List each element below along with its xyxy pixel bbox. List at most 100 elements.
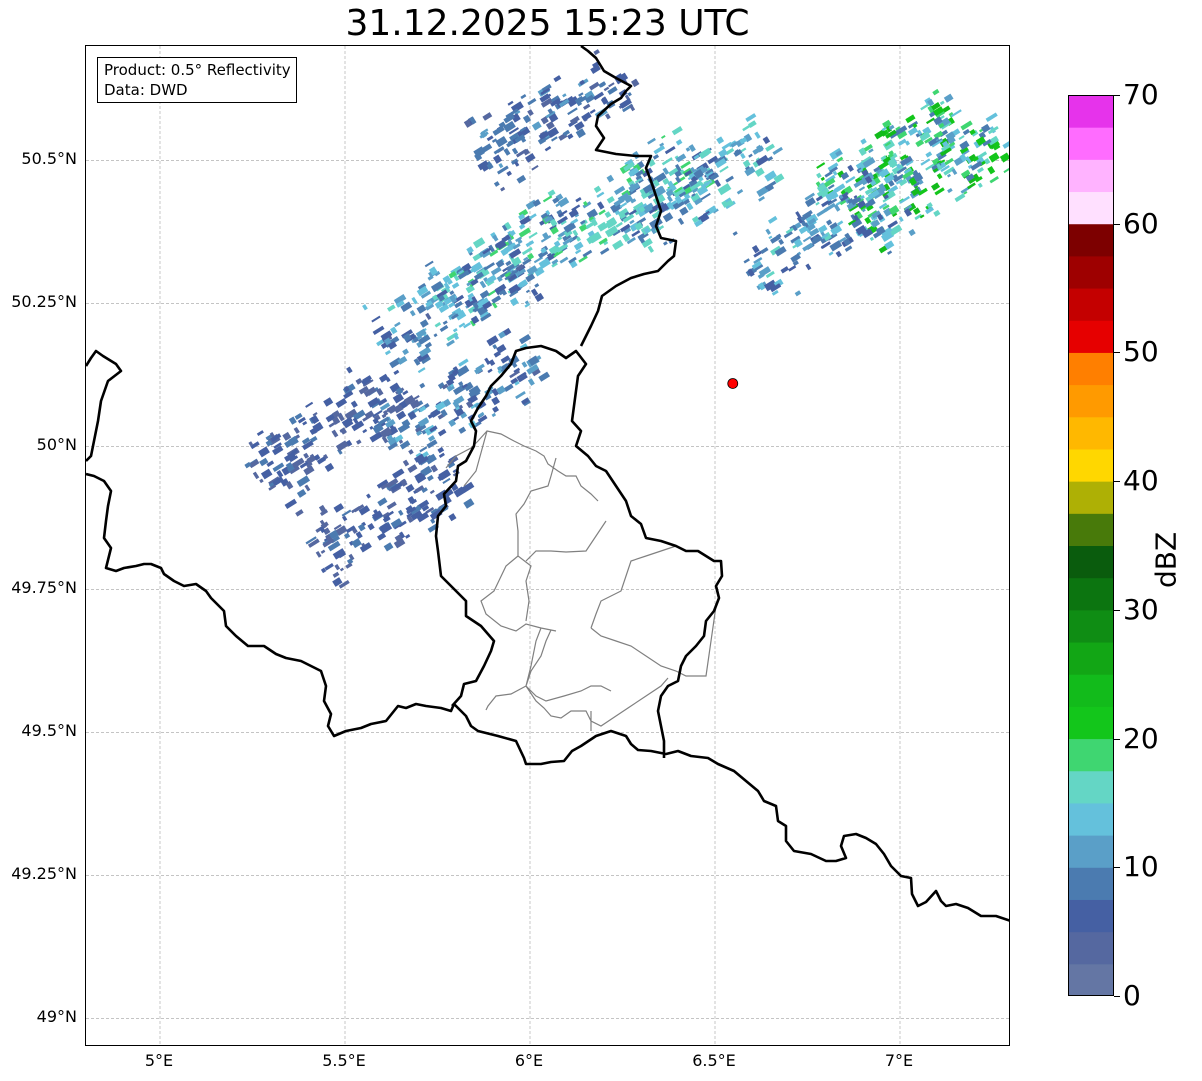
echo-pixel	[647, 245, 655, 253]
radar-site-marker[interactable]	[727, 378, 739, 389]
echo-pixel	[525, 289, 531, 294]
colorbar-swatch	[1068, 642, 1114, 675]
lat-tick-label: 49.75°N	[11, 578, 77, 598]
echo-pixel	[788, 265, 797, 272]
lon-tick-label: 7°E	[884, 1051, 914, 1070]
echo-pixel	[341, 509, 352, 517]
echo-pixel	[538, 371, 551, 382]
echo-pixel	[1002, 140, 1009, 149]
echo-pixel	[930, 182, 941, 191]
echo-pixel	[324, 563, 334, 571]
echo-pixel	[259, 478, 264, 484]
colorbar-swatch	[1068, 609, 1114, 643]
echo-pixel	[627, 91, 632, 97]
echo-pixel	[612, 239, 624, 251]
echo-pixel	[331, 429, 339, 438]
echo-pixel	[367, 522, 375, 531]
echo-pixel	[589, 109, 596, 114]
echo-pixel	[451, 282, 460, 289]
echo-pixel	[362, 428, 368, 434]
colorbar-tick-label: 70	[1123, 78, 1159, 111]
echo-pixel	[527, 109, 534, 117]
echo-pixel	[748, 153, 753, 158]
echo-pixel	[553, 75, 562, 83]
echo-pixel	[780, 266, 789, 274]
echo-pixel	[324, 462, 335, 472]
echo-pixel	[882, 139, 896, 151]
echo-pixel	[434, 322, 442, 328]
colorbar-swatch	[1068, 770, 1114, 804]
echo-pixel	[452, 327, 458, 333]
echo-pixel	[567, 107, 578, 116]
colorbar-swatch	[1068, 738, 1114, 772]
echo-pixel	[507, 100, 514, 106]
echo-pixel	[486, 335, 499, 347]
echo-pixel	[487, 368, 493, 374]
echo-pixel	[500, 186, 506, 192]
map-title: 31.12.2025 15:23 UTC	[345, 3, 750, 44]
echo-pixel	[408, 449, 414, 455]
echo-pixel	[320, 549, 326, 554]
colorbar-swatch	[1068, 513, 1114, 546]
echo-pixel	[962, 128, 971, 136]
echo-pixel	[531, 121, 542, 131]
echo-pixel	[516, 174, 527, 184]
echo-pixel	[439, 324, 449, 332]
echo-pixel	[366, 493, 371, 499]
echo-pixel	[302, 421, 308, 426]
echo-pixel	[531, 164, 539, 171]
echo-pixel	[362, 304, 368, 311]
echo-pixel	[519, 333, 532, 345]
echo-pixel	[742, 159, 751, 168]
colorbar-swatch	[1068, 223, 1114, 257]
echo-pixel	[303, 452, 309, 459]
colorbar-tick-label: 40	[1123, 464, 1159, 498]
lon-tick-label: 6.5°E	[692, 1051, 736, 1070]
echo-pixel	[820, 176, 825, 181]
echo-pixel	[578, 92, 584, 97]
echo-pixel	[925, 151, 933, 158]
lat-tick-label: 49.25°N	[11, 864, 77, 884]
echo-pixel	[667, 195, 673, 203]
radar-map[interactable]	[85, 45, 1010, 1046]
echo-pixel	[260, 468, 273, 480]
echo-pixel	[794, 290, 802, 297]
echo-pixel	[559, 256, 569, 264]
echo-pixel	[805, 263, 812, 271]
echo-pixel	[725, 175, 734, 183]
echo-pixel	[926, 117, 935, 125]
echo-pixel	[339, 427, 347, 435]
echo-pixel	[647, 137, 656, 145]
echo-pixel	[836, 156, 844, 163]
echo-pixel	[479, 290, 490, 299]
colorbar-tick-label: 50	[1123, 335, 1159, 369]
echo-pixel	[677, 217, 685, 226]
echo-pixel	[398, 509, 404, 516]
echo-pixel	[716, 136, 725, 145]
product-label: Product: 0.5° Reflectivity	[104, 61, 291, 79]
echo-pixel	[498, 163, 504, 169]
echo-pixel	[593, 49, 600, 56]
echo-pixel	[662, 212, 674, 223]
echo-pixel	[583, 103, 591, 110]
echo-pixel	[429, 489, 435, 495]
echo-pixel	[305, 401, 314, 408]
echo-pixel	[760, 247, 769, 254]
colorbar-swatch	[1068, 448, 1114, 482]
colorbar-tick-label: 20	[1123, 721, 1159, 755]
canton-boundaries	[445, 430, 717, 731]
echo-pixel	[765, 143, 775, 152]
echo-pixel	[736, 189, 744, 195]
echo-pixel	[404, 534, 411, 539]
echo-pixel	[758, 196, 765, 202]
echo-pixel	[933, 209, 941, 217]
echo-pixel	[419, 446, 428, 453]
echo-pixel	[593, 185, 602, 193]
colorbar-swatch	[1068, 802, 1114, 836]
echo-pixel	[844, 245, 853, 252]
echo-pixel	[600, 247, 610, 255]
echo-pixel	[503, 148, 511, 156]
echo-pixel	[987, 166, 996, 175]
echo-pixel	[295, 509, 304, 517]
lat-tick-label: 49°N	[36, 1007, 77, 1027]
